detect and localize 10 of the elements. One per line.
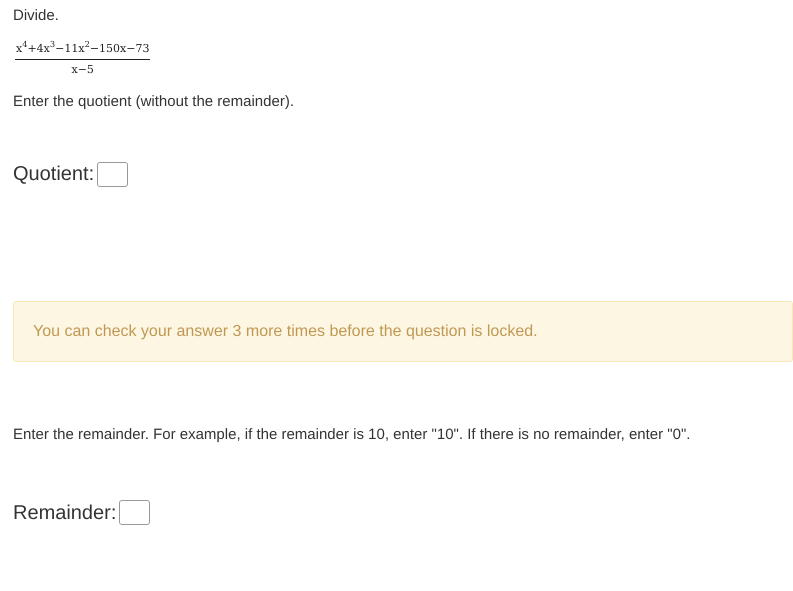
- instruction-text: Divide.: [13, 6, 60, 26]
- fraction-denominator: x−5: [72, 62, 94, 78]
- answer-box[interactable]: [119, 500, 150, 525]
- instruction-text: Enter the quotient (without the remainder).: [13, 92, 295, 112]
- fraction-numerator: x$^{4}$+4x$^{3}$−11x$^{2}$−150x−73: [15, 40, 150, 56]
- attempts-alert: You can check your answer 3 more times before the question is locked.: [13, 301, 793, 362]
- field-label: Remainder:: [13, 500, 116, 526]
- field-label: Quotient:: [13, 162, 94, 187]
- instruction-text: Enter the remainder. For example, if the remainder is 10, enter "10". If there is no remainder, enter "0".: [13, 425, 692, 445]
- answer-box[interactable]: [97, 162, 128, 186]
